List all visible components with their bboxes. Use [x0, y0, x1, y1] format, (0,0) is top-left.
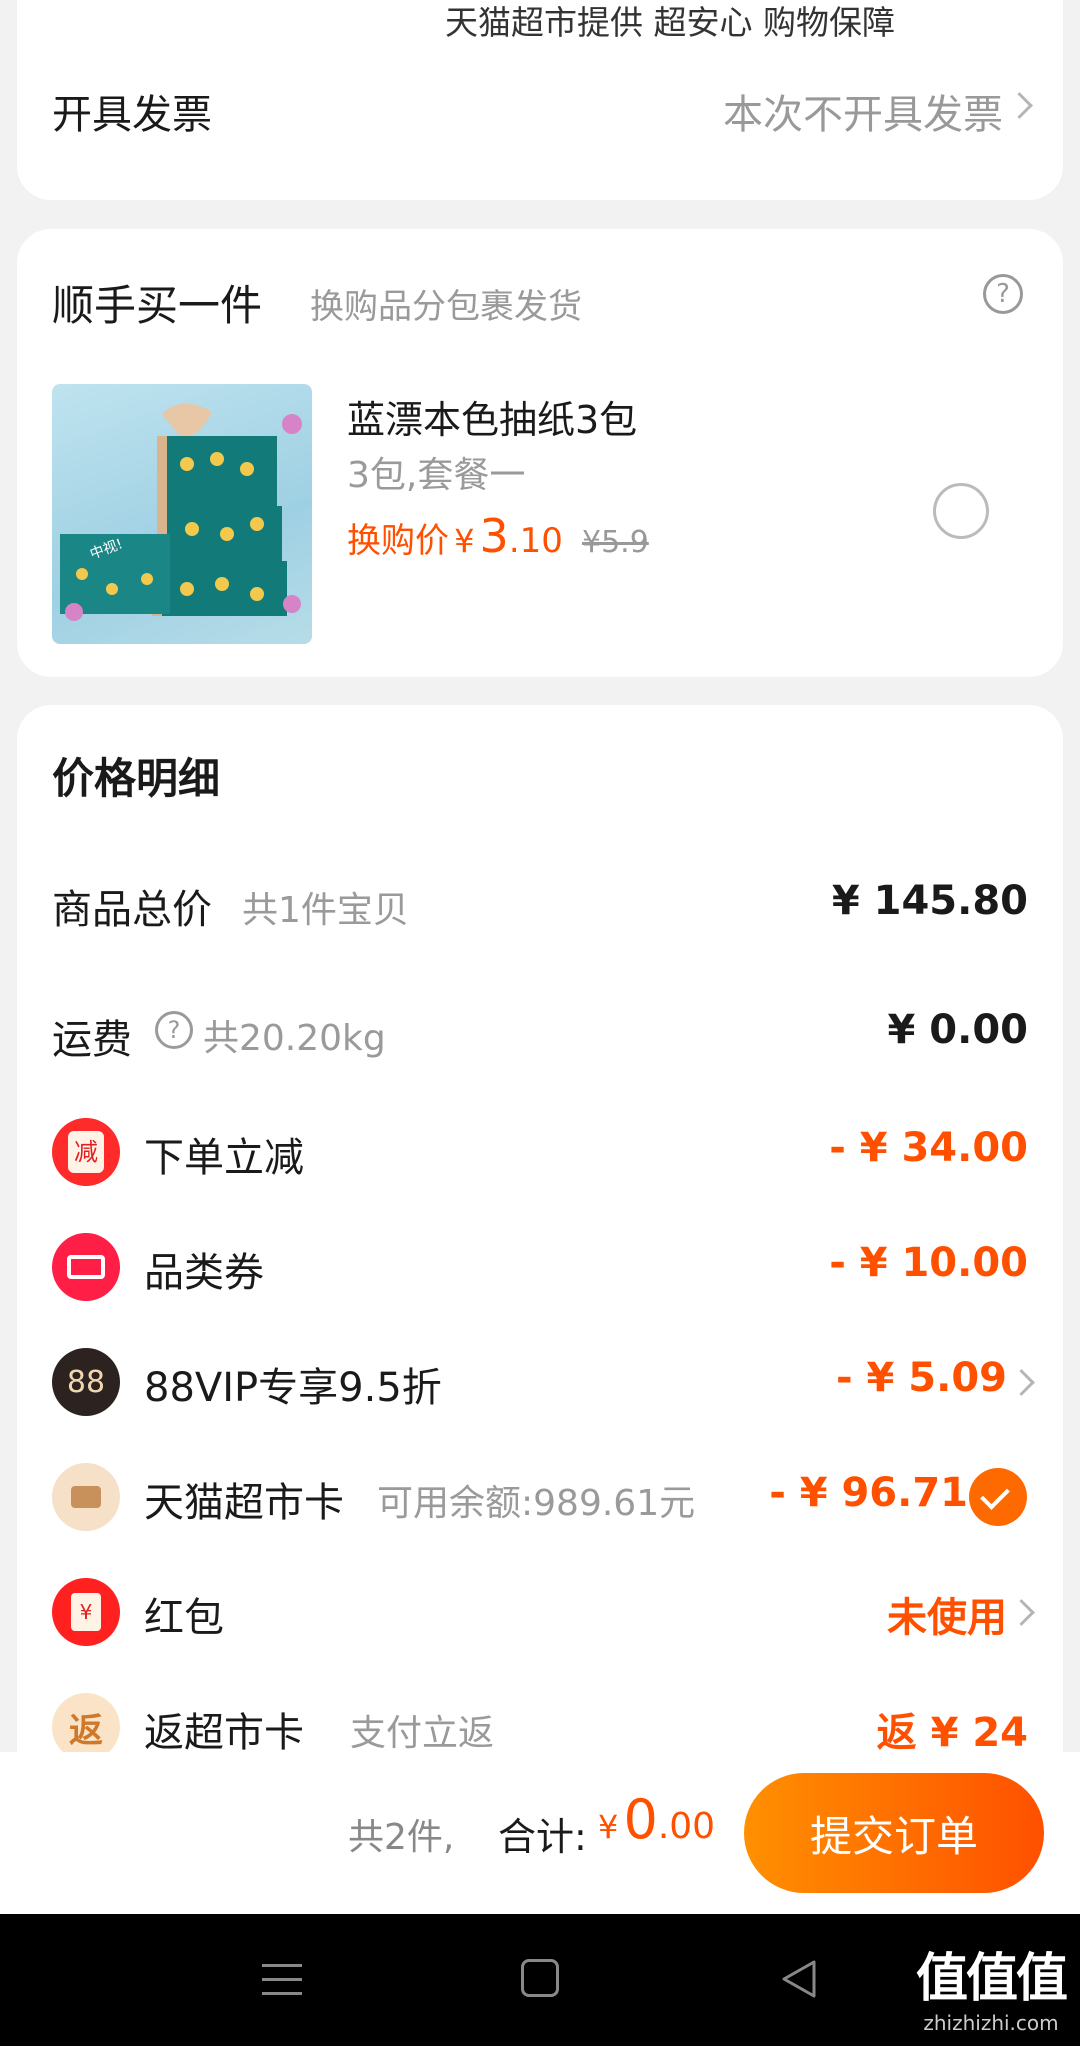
- checkmark-icon: [980, 1480, 1010, 1510]
- invoice-label: 开具发票: [52, 92, 212, 138]
- red-packet-icon-text: ¥: [71, 1593, 101, 1631]
- market-card-checkbox[interactable]: [969, 1468, 1027, 1526]
- price-int: 3: [479, 509, 509, 563]
- system-nav-bar: 值值值 zhizhizhi.com: [0, 1914, 1080, 2046]
- discount-icon-text: 减: [68, 1131, 104, 1173]
- shipping-sub: 共20.20kg: [203, 1018, 386, 1059]
- total-amount: ¥ 0.00: [598, 1788, 715, 1851]
- coupon-icon: [52, 1233, 120, 1301]
- menu-nav-icon[interactable]: [262, 1964, 302, 1995]
- price-detail-card: 价格明细 商品总价 共1件宝贝 ¥ 145.80 运费 ? 共20.20kg ¥…: [17, 705, 1063, 1825]
- product-spec: 3包,套餐一: [347, 455, 526, 496]
- price-currency: ¥: [454, 522, 475, 560]
- vip-discount-selector[interactable]: - ¥ 5.09: [783, 1343, 1043, 1423]
- invoice-selector[interactable]: 本次不开具发票: [663, 66, 1043, 146]
- vip-88-icon: 88: [52, 1348, 120, 1416]
- category-coupon-value: - ¥ 10.00: [829, 1240, 1028, 1286]
- watermark-url: zhizhizhi.com: [923, 2011, 1059, 2035]
- market-card-sub: 可用余额:989.61元: [377, 1483, 696, 1524]
- invoice-card: 天猫超市提供 超安心 购物保障 开具发票 本次不开具发票: [17, 0, 1063, 200]
- cashback-icon-text: 返: [69, 1710, 103, 1751]
- addon-select-radio[interactable]: [933, 483, 989, 539]
- checkout-bar: 共2件, 合计: ¥ 0.00 提交订单: [0, 1752, 1080, 1914]
- item-count: 共2件,: [348, 1817, 455, 1858]
- total-label: 合计:: [498, 1815, 587, 1859]
- back-nav-icon[interactable]: [778, 1958, 818, 2000]
- goods-total-label: 商品总价: [52, 887, 212, 933]
- category-coupon-label: 品类券: [144, 1250, 264, 1296]
- cashback-icon: 返: [52, 1693, 120, 1761]
- total-dec: .00: [657, 1806, 716, 1847]
- addon-title: 顺手买一件: [52, 281, 263, 330]
- shipping-help-icon[interactable]: ?: [155, 1011, 193, 1049]
- total-currency: ¥: [598, 1808, 619, 1846]
- service-note: 天猫超市提供 超安心 购物保障: [445, 3, 895, 42]
- watermark-logo-text: 值值值: [915, 1949, 1068, 2009]
- discount-value: - ¥ 34.00: [829, 1125, 1028, 1171]
- vip-icon-text: 88: [66, 1364, 106, 1400]
- shipping-label: 运费: [52, 1017, 132, 1063]
- chevron-right-icon: [1006, 92, 1033, 119]
- chevron-right-icon: [1008, 1599, 1035, 1626]
- red-packet-label: 红包: [144, 1595, 224, 1641]
- market-card-value: - ¥ 96.71: [769, 1470, 968, 1516]
- goods-total-sub: 共1件宝贝: [242, 890, 409, 931]
- discount-label: 下单立减: [144, 1135, 304, 1181]
- invoice-value: 本次不开具发票: [723, 92, 1003, 138]
- tissue-box-illustration: 中视!: [60, 403, 302, 621]
- total-int: 0: [623, 1788, 658, 1851]
- watermark-logo: 值值值 zhizhizhi.com: [915, 1936, 1068, 2035]
- red-packet-selector[interactable]: 未使用: [823, 1573, 1043, 1653]
- submit-order-label: 提交订单: [809, 1811, 978, 1861]
- red-packet-value: 未使用: [887, 1595, 1007, 1641]
- submit-order-button[interactable]: 提交订单: [744, 1773, 1044, 1893]
- original-price: ¥5.9: [582, 525, 649, 560]
- product-image[interactable]: 中视!: [52, 384, 312, 644]
- cashback-value: 返 ¥ 24: [876, 1710, 1028, 1756]
- home-nav-icon[interactable]: [521, 1959, 559, 1997]
- addon-subtitle: 换购品分包裹发货: [310, 287, 582, 327]
- price-detail-title: 价格明细: [52, 754, 221, 803]
- shipping-value: ¥ 0.00: [887, 1007, 1028, 1053]
- product-name: 蓝漂本色抽纸3包: [347, 398, 638, 442]
- market-card-label: 天猫超市卡: [144, 1480, 344, 1526]
- goods-total-value: ¥ 145.80: [831, 878, 1028, 924]
- red-packet-icon: ¥: [52, 1578, 120, 1646]
- vip-value: - ¥ 5.09: [836, 1355, 1007, 1401]
- addon-card: 顺手买一件 换购品分包裹发货 ? 中视! 蓝漂本色抽纸3包 3包,套餐一 换购价…: [17, 229, 1063, 677]
- chevron-right-icon: [1008, 1369, 1035, 1396]
- cashback-sub: 支付立返: [350, 1713, 495, 1754]
- price-label: 换购价: [347, 521, 449, 561]
- addon-price: 换购价 ¥ 3.10 ¥5.9: [347, 509, 649, 563]
- cashback-label: 返超市卡: [144, 1710, 304, 1756]
- market-card-icon: [52, 1463, 120, 1531]
- help-icon[interactable]: ?: [983, 274, 1023, 314]
- price-dec: .10: [508, 521, 563, 561]
- discount-icon: 减: [52, 1118, 120, 1186]
- vip-label: 88VIP专享9.5折: [144, 1365, 442, 1411]
